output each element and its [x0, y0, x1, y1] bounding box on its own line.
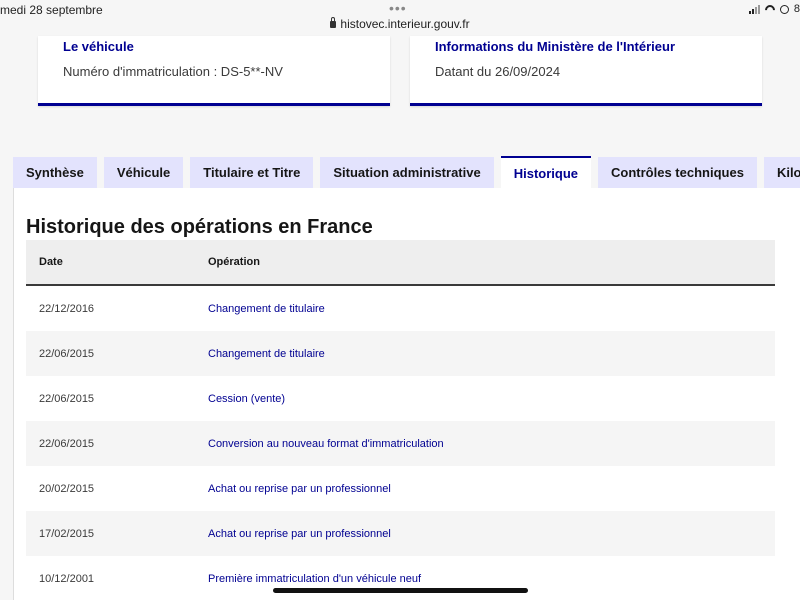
tab-controles-techniques[interactable]: Contrôles techniques	[598, 157, 757, 189]
registration-number: Numéro d'immatriculation : DS-5**-NV	[63, 64, 283, 79]
row-date: 20/02/2015	[39, 483, 95, 495]
row-date: 22/06/2015	[39, 393, 95, 405]
location-icon	[779, 4, 789, 14]
vehicle-card: Le véhicule Numéro d'immatriculation : D…	[38, 36, 390, 106]
table-header: Date Opération	[26, 240, 775, 286]
row-date: 22/06/2015	[39, 348, 95, 360]
address-bar[interactable]: histovec.interieur.gouv.fr	[0, 17, 800, 31]
table-row: 22/12/2016 Changement de titulaire	[26, 286, 775, 331]
ministry-card: Informations du Ministère de l'Intérieur…	[410, 36, 762, 106]
tab-vehicule[interactable]: Véhicule	[103, 157, 184, 189]
row-operation: Première immatriculation d'un véhicule n…	[208, 573, 422, 585]
battery-percent: 8	[793, 3, 800, 15]
row-operation: Achat ou reprise par un professionnel	[208, 528, 391, 540]
history-table: Date Opération 22/12/2016 Changement de …	[26, 240, 775, 600]
lock-icon	[330, 17, 337, 28]
address-url: histovec.interieur.gouv.fr	[340, 17, 470, 31]
row-date: 10/12/2001	[39, 573, 95, 585]
tab-kilometrage[interactable]: Kilo	[763, 157, 800, 189]
header-operation: Opération	[208, 256, 260, 268]
wifi-icon	[765, 5, 775, 13]
ministry-card-title: Informations du Ministère de l'Intérieur	[435, 39, 676, 54]
row-operation: Changement de titulaire	[208, 303, 325, 315]
vehicle-card-title: Le véhicule	[63, 39, 134, 54]
header-date: Date	[39, 256, 63, 268]
home-indicator[interactable]	[273, 588, 528, 593]
section-title: Historique des opérations en France	[26, 216, 373, 238]
table-row: 20/02/2015 Achat ou reprise par un profe…	[26, 466, 775, 511]
tab-synthese[interactable]: Synthèse	[13, 157, 97, 189]
row-date: 17/02/2015	[39, 528, 95, 540]
tab-historique[interactable]: Historique	[500, 156, 592, 189]
table-row: 22/06/2015 Cession (vente)	[26, 376, 775, 421]
tab-panel-historique: Historique des opérations en France Date…	[13, 188, 800, 600]
status-date: medi 28 septembre	[0, 3, 103, 17]
row-operation: Achat ou reprise par un professionnel	[208, 483, 391, 495]
status-icons: 8	[748, 3, 800, 15]
tab-titulaire-titre[interactable]: Titulaire et Titre	[190, 157, 314, 189]
more-dots-icon[interactable]: •••	[389, 0, 407, 16]
row-operation: Changement de titulaire	[208, 348, 325, 360]
row-operation: Conversion au nouveau format d'immatricu…	[208, 438, 444, 450]
table-row: 10/12/2001 Première immatriculation d'un…	[26, 556, 775, 600]
row-date: 22/06/2015	[39, 438, 95, 450]
data-date: Datant du 26/09/2024	[435, 64, 561, 79]
tab-situation-administrative[interactable]: Situation administrative	[320, 157, 494, 189]
row-operation: Cession (vente)	[208, 393, 286, 405]
signal-icon	[748, 4, 760, 14]
row-date: 22/12/2016	[39, 303, 95, 315]
table-row: 17/02/2015 Achat ou reprise par un profe…	[26, 511, 775, 556]
status-bar: medi 28 septembre ••• histovec.interieur…	[0, 0, 800, 36]
table-row: 22/06/2015 Conversion au nouveau format …	[26, 421, 775, 466]
table-row: 22/06/2015 Changement de titulaire	[26, 331, 775, 376]
tab-bar: Synthèse Véhicule Titulaire et Titre Sit…	[13, 156, 800, 189]
